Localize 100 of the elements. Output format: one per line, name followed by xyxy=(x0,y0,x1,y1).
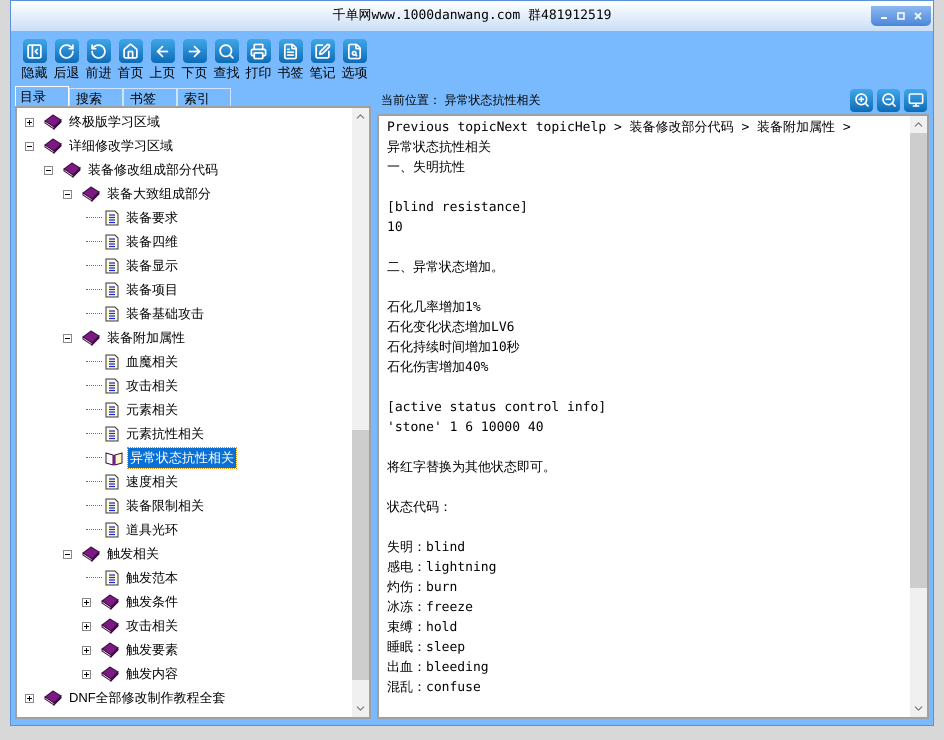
toolbar-button[interactable]: 打印 xyxy=(243,39,274,82)
toolbar-button[interactable]: 查找 xyxy=(211,39,242,82)
book-icon xyxy=(101,666,119,682)
page-icon xyxy=(105,378,119,394)
tree-item[interactable]: 血魔相关 xyxy=(124,352,180,372)
tree-item[interactable]: 装备附加属性 xyxy=(105,328,187,348)
toolbar-button[interactable]: 书签 xyxy=(275,39,306,82)
content-line: 失明：blind xyxy=(387,539,466,557)
tab[interactable]: 索引 xyxy=(177,88,231,106)
maximize-icon[interactable] xyxy=(896,12,905,20)
arrow-left-icon xyxy=(154,42,171,60)
tree-item[interactable]: 道具光环 xyxy=(124,520,180,540)
arrow-right-icon xyxy=(186,42,203,60)
page-icon xyxy=(105,426,119,442)
content-line: 冰冻：freeze xyxy=(387,599,473,617)
expand-icon[interactable] xyxy=(82,598,91,606)
toolbar-button[interactable]: 前进 xyxy=(83,39,114,82)
collapse-icon[interactable] xyxy=(44,166,53,174)
document-icon xyxy=(282,42,299,60)
tree-item[interactable]: 元素抗性相关 xyxy=(124,424,206,444)
content-line: 石化变化状态增加LV6 xyxy=(387,319,514,337)
scrollbar[interactable] xyxy=(352,108,369,717)
book-icon xyxy=(63,162,81,178)
content-line: 束缚：hold xyxy=(387,619,458,637)
expand-icon[interactable] xyxy=(82,622,91,630)
tree-item[interactable]: 装备限制相关 xyxy=(124,496,206,516)
collapse-icon[interactable] xyxy=(63,190,72,198)
scroll-thumb[interactable] xyxy=(352,430,369,680)
search-icon xyxy=(218,42,235,60)
zoom-out-button[interactable] xyxy=(877,88,900,112)
book-icon xyxy=(82,330,100,346)
content-line: 石化持续时间增加10秒 xyxy=(387,339,520,357)
open-book-icon xyxy=(105,450,123,466)
tree-item[interactable]: 攻击相关 xyxy=(124,616,180,636)
tab[interactable]: 书签 xyxy=(123,88,177,106)
collapse-icon[interactable] xyxy=(63,334,72,342)
tree-item[interactable]: 装备要求 xyxy=(124,208,180,228)
toolbar-button[interactable]: 下页 xyxy=(179,39,210,82)
toolbar-button[interactable]: 上页 xyxy=(147,39,178,82)
page-icon xyxy=(105,402,119,418)
tree-item[interactable]: 装备修改组成部分代码 xyxy=(86,160,220,180)
book-icon xyxy=(82,186,100,202)
tree-item[interactable]: 装备四维 xyxy=(124,232,180,252)
tree-item[interactable]: DNF全部修改制作教程全套 xyxy=(67,688,228,708)
page-icon xyxy=(105,282,119,298)
collapse-icon[interactable] xyxy=(25,142,34,150)
tree-item[interactable]: 触发内容 xyxy=(124,664,180,684)
tree-item[interactable]: 装备显示 xyxy=(124,256,180,276)
book-icon xyxy=(44,138,62,154)
toolbar-button[interactable]: 笔记 xyxy=(307,39,338,82)
content-line: 出血：bleeding xyxy=(387,659,489,677)
book-icon xyxy=(82,546,100,562)
zoom-in-button[interactable] xyxy=(850,88,873,112)
expand-icon[interactable] xyxy=(82,670,91,678)
printer-icon xyxy=(250,42,267,60)
window-title: 千单网www.1000danwang.com 群481912519 xyxy=(332,7,612,26)
window-controls[interactable] xyxy=(871,6,931,26)
tree-item[interactable]: 攻击相关 xyxy=(124,376,180,396)
toolbar-button[interactable]: 首页 xyxy=(115,39,146,82)
toolbar-button[interactable]: 隐藏 xyxy=(19,39,50,82)
content-line: 石化伤害增加40% xyxy=(387,359,488,377)
tree-item[interactable]: 装备基础攻击 xyxy=(124,304,206,324)
scrollbar[interactable] xyxy=(910,116,927,717)
tree-item[interactable]: 异常状态抗性相关 xyxy=(128,448,236,468)
tree-item[interactable]: 装备项目 xyxy=(124,280,180,300)
page-icon xyxy=(105,234,119,250)
content-line: 混乱：confuse xyxy=(387,679,481,697)
tree-item[interactable]: 触发范本 xyxy=(124,568,180,588)
tree-item[interactable]: 触发相关 xyxy=(105,544,161,564)
content-line: 一、失明抗性 xyxy=(387,159,465,177)
tree-item[interactable]: 终极版学习区域 xyxy=(67,112,162,132)
expand-icon[interactable] xyxy=(25,694,34,702)
content-line: 将红字替换为其他状态即可。 xyxy=(387,459,556,477)
tree-item[interactable]: 速度相关 xyxy=(124,472,180,492)
book-icon xyxy=(44,114,62,130)
tab[interactable]: 目录 xyxy=(15,86,69,106)
close-icon[interactable] xyxy=(914,12,922,20)
book-icon xyxy=(44,690,62,706)
tab[interactable]: 搜索 xyxy=(69,88,123,106)
page-icon xyxy=(105,258,119,274)
home-icon xyxy=(122,42,139,60)
page-icon xyxy=(105,354,119,370)
collapse-icon[interactable] xyxy=(63,550,72,558)
expand-icon[interactable] xyxy=(82,646,91,654)
content-line: Previous topicNext topicHelp > 装备修改部分代码 > 装备附加属性 > xyxy=(387,119,851,137)
content-line: 异常状态抗性相关 xyxy=(387,139,491,157)
tree-item[interactable]: 详细修改学习区域 xyxy=(67,136,175,156)
content-line: 睡眠：sleep xyxy=(387,639,466,657)
fullscreen-button[interactable] xyxy=(904,88,927,112)
scroll-thumb[interactable] xyxy=(910,133,927,588)
toolbar-button[interactable]: 选项 xyxy=(339,39,370,82)
tree-item[interactable]: 装备大致组成部分 xyxy=(105,184,213,204)
tree-item[interactable]: 元素相关 xyxy=(124,400,180,420)
content-line: 状态代码： xyxy=(387,499,452,517)
toolbar-button[interactable]: 后退 xyxy=(51,39,82,82)
content-line: 二、异常状态增加。 xyxy=(387,259,504,277)
expand-icon[interactable] xyxy=(25,118,34,126)
panel-icon xyxy=(26,42,43,60)
tree-item[interactable]: 触发条件 xyxy=(124,592,180,612)
tree-item[interactable]: 触发要素 xyxy=(124,640,180,660)
